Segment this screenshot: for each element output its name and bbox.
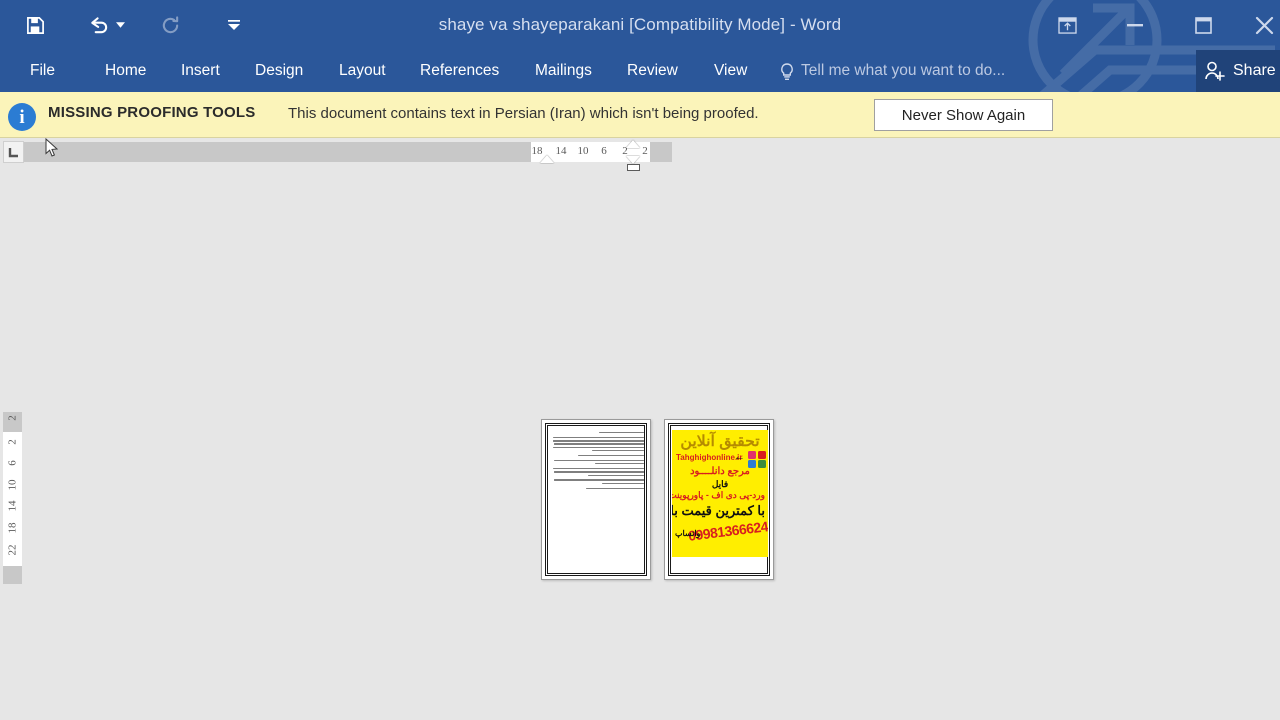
word-application-window: shaye va shayeparakani [Compatibility Mo… bbox=[0, 0, 1280, 720]
vruler-bottom-margin bbox=[3, 566, 22, 584]
close-icon[interactable] bbox=[1248, 8, 1280, 42]
title-bar: shaye va shayeparakani [Compatibility Mo… bbox=[0, 0, 1280, 50]
ruler-left-margin bbox=[24, 142, 531, 162]
ad-logo-text: تحقیق آنلاین bbox=[680, 433, 760, 450]
text-line bbox=[585, 487, 644, 489]
ad-line-3: ورد-پی دی اف - پاورپوینت bbox=[672, 490, 765, 500]
tab-stop-selector[interactable] bbox=[3, 141, 24, 163]
ad-line-4: با کمترین قیمت بازار bbox=[672, 503, 765, 518]
text-line bbox=[552, 436, 644, 439]
text-line bbox=[592, 450, 644, 452]
text-line bbox=[552, 467, 644, 470]
vruler-number: 6 bbox=[6, 460, 19, 466]
ruler-number: 10 bbox=[577, 145, 589, 157]
tab-review[interactable]: Review bbox=[621, 50, 684, 92]
document-page-1[interactable] bbox=[541, 419, 651, 580]
minimize-icon[interactable] bbox=[1112, 8, 1158, 42]
first-line-indent-marker[interactable] bbox=[540, 155, 554, 163]
ruler-number: 14 bbox=[555, 145, 567, 157]
tab-file[interactable]: File bbox=[24, 50, 61, 92]
share-button[interactable]: Share bbox=[1196, 50, 1280, 92]
text-line bbox=[578, 454, 644, 457]
social-icon-youtube bbox=[758, 451, 766, 459]
text-line bbox=[552, 446, 644, 449]
text-paragraph bbox=[550, 459, 644, 465]
ruler-right-margin bbox=[650, 142, 672, 162]
text-line bbox=[601, 482, 644, 485]
ruler-number: 6 bbox=[601, 145, 607, 157]
tab-home[interactable]: Home bbox=[99, 50, 152, 92]
tab-layout[interactable]: Layout bbox=[333, 50, 392, 92]
vruler-number: 2 bbox=[6, 439, 19, 445]
text-line bbox=[552, 440, 644, 442]
tell-me-input[interactable]: Tell me what you want to do... bbox=[801, 50, 1005, 92]
tab-insert[interactable]: Insert bbox=[175, 50, 226, 92]
text-paragraph bbox=[550, 432, 644, 434]
ribbon-display-options-icon[interactable] bbox=[1044, 8, 1090, 42]
ribbon-tab-strip: File Home Insert Design Layout Reference… bbox=[0, 50, 1280, 92]
text-line bbox=[553, 479, 644, 481]
mouse-pointer-icon bbox=[45, 137, 59, 158]
vruler-number: 10 bbox=[6, 479, 19, 491]
social-icon-instagram bbox=[748, 451, 756, 459]
maximize-icon[interactable] bbox=[1180, 8, 1226, 42]
tab-design[interactable]: Design bbox=[249, 50, 309, 92]
info-icon: i bbox=[8, 103, 36, 131]
tab-view[interactable]: View bbox=[708, 50, 753, 92]
ad-arrow-icon: ← bbox=[734, 451, 745, 463]
text-paragraph bbox=[550, 436, 644, 452]
vruler-number: 2 bbox=[6, 415, 19, 421]
left-indent-box-marker[interactable] bbox=[627, 164, 640, 171]
never-show-again-button[interactable]: Never Show Again bbox=[874, 99, 1053, 131]
text-paragraph bbox=[550, 487, 644, 489]
vruler-number: 22 bbox=[6, 544, 19, 556]
share-label: Share bbox=[1233, 62, 1276, 79]
notification-message: This document contains text in Persian (… bbox=[288, 105, 759, 122]
hanging-indent-marker[interactable] bbox=[626, 156, 640, 164]
vruler-number: 18 bbox=[6, 522, 19, 534]
page-1-text-block bbox=[550, 432, 644, 492]
text-line bbox=[598, 432, 644, 434]
person-add-icon bbox=[1205, 61, 1225, 81]
document-page-2[interactable]: تحقیق آنلاین Tahghighonline.ir ← مرجع دا… bbox=[664, 419, 774, 580]
text-line bbox=[553, 459, 644, 462]
text-paragraph bbox=[550, 454, 644, 457]
text-paragraph bbox=[550, 467, 644, 476]
ad-whatsapp-label: واتساپ bbox=[675, 529, 701, 538]
tab-references[interactable]: References bbox=[414, 50, 505, 92]
ad-line-2: فایل bbox=[711, 479, 729, 489]
text-paragraph bbox=[550, 479, 644, 485]
text-line bbox=[587, 474, 644, 476]
lightbulb-icon bbox=[779, 63, 795, 81]
ad-website-url: Tahghighonline.ir bbox=[676, 453, 743, 462]
text-line bbox=[553, 443, 644, 445]
text-line bbox=[553, 471, 644, 473]
advertisement-block: تحقیق آنلاین Tahghighonline.ir ← مرجع دا… bbox=[672, 430, 768, 557]
tab-mailings[interactable]: Mailings bbox=[529, 50, 598, 92]
text-line bbox=[595, 463, 644, 465]
notification-title: MISSING PROOFING TOOLS bbox=[48, 104, 256, 121]
vruler-number: 14 bbox=[6, 500, 19, 512]
right-indent-marker[interactable] bbox=[626, 140, 640, 148]
ad-line-1: مرجع دانلــــود bbox=[690, 466, 750, 477]
